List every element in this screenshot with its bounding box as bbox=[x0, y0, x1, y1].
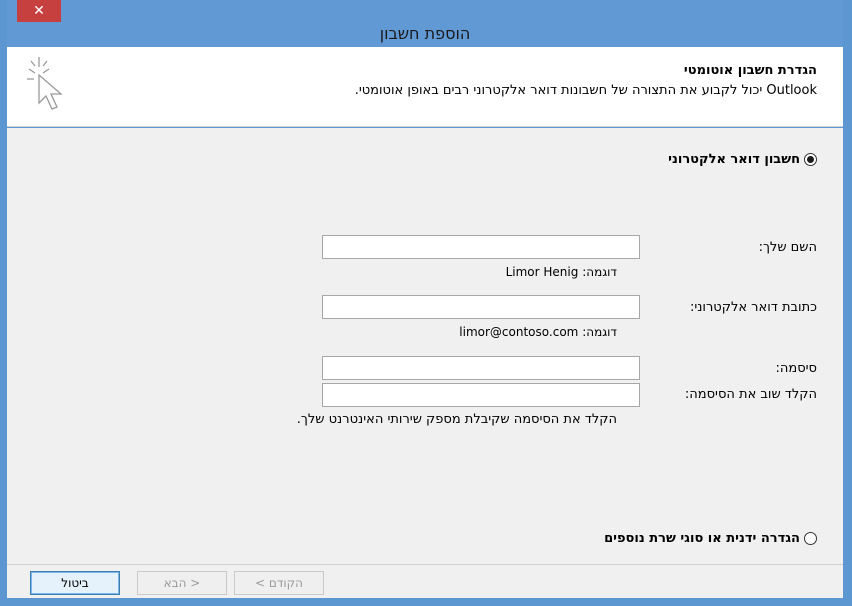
password-hint: הקלד את הסיסמה שקיבלת מספק שירותי האינטר… bbox=[296, 412, 617, 427]
email-label: כתובת דואר אלקטרוני: bbox=[689, 300, 817, 315]
email-account-option[interactable]: חשבון דואר אלקטרוני bbox=[668, 152, 817, 167]
close-icon: ✕ bbox=[33, 3, 45, 19]
password-label: סיסמה: bbox=[775, 361, 817, 376]
cancel-button[interactable]: ביטול bbox=[30, 571, 120, 595]
email-example: דוגמה: limor@contoso.com bbox=[459, 325, 617, 339]
window-body: ✕ הוספת חשבון הגדרת חשבון אוטומטי Outloo… bbox=[7, 0, 843, 598]
title-bar[interactable]: ✕ הוספת חשבון bbox=[7, 0, 843, 47]
retype-password-label: הקלד שוב את הסיסמה: bbox=[684, 387, 817, 402]
email-example-value: limor@contoso.com bbox=[459, 325, 579, 339]
email-account-radio[interactable] bbox=[804, 153, 817, 166]
next-button[interactable]: הבא > bbox=[137, 571, 227, 595]
email-input[interactable] bbox=[322, 295, 640, 319]
name-example-prefix: דוגמה: bbox=[582, 265, 617, 279]
email-account-label: חשבון דואר אלקטרוני bbox=[668, 152, 800, 167]
manual-setup-label: הגדרה ידנית או סוגי שרת נוספים bbox=[604, 531, 800, 546]
magic-cursor-icon bbox=[27, 57, 63, 110]
retype-password-input[interactable] bbox=[322, 383, 640, 407]
manual-setup-option[interactable]: הגדרה ידנית או סוגי שרת נוספים bbox=[604, 531, 817, 546]
name-example-value: Limor Henig bbox=[505, 265, 579, 279]
manual-setup-radio[interactable] bbox=[804, 532, 817, 545]
add-account-window: ✕ הוספת חשבון הגדרת חשבון אוטומטי Outloo… bbox=[0, 0, 852, 606]
name-input[interactable] bbox=[322, 235, 640, 259]
close-button[interactable]: ✕ bbox=[17, 0, 61, 22]
header-panel: הגדרת חשבון אוטומטי Outlook יכול לקבוע א… bbox=[7, 47, 843, 127]
window-title: הוספת חשבון bbox=[379, 24, 471, 43]
password-input[interactable] bbox=[322, 356, 640, 380]
name-example: דוגמה: Limor Henig bbox=[506, 265, 617, 279]
header-description: Outlook יכול לקבוע את התצורה של חשבונות … bbox=[354, 83, 817, 98]
back-button[interactable]: < הקודם bbox=[234, 571, 324, 595]
content-panel: חשבון דואר אלקטרוני השם שלך: דוגמה: Limo… bbox=[7, 128, 843, 564]
email-example-prefix: דוגמה: bbox=[582, 325, 617, 339]
header-title: הגדרת חשבון אוטומטי bbox=[683, 63, 817, 78]
footer-panel: < הקודם הבא > ביטול bbox=[7, 564, 843, 598]
name-label: השם שלך: bbox=[758, 240, 817, 255]
